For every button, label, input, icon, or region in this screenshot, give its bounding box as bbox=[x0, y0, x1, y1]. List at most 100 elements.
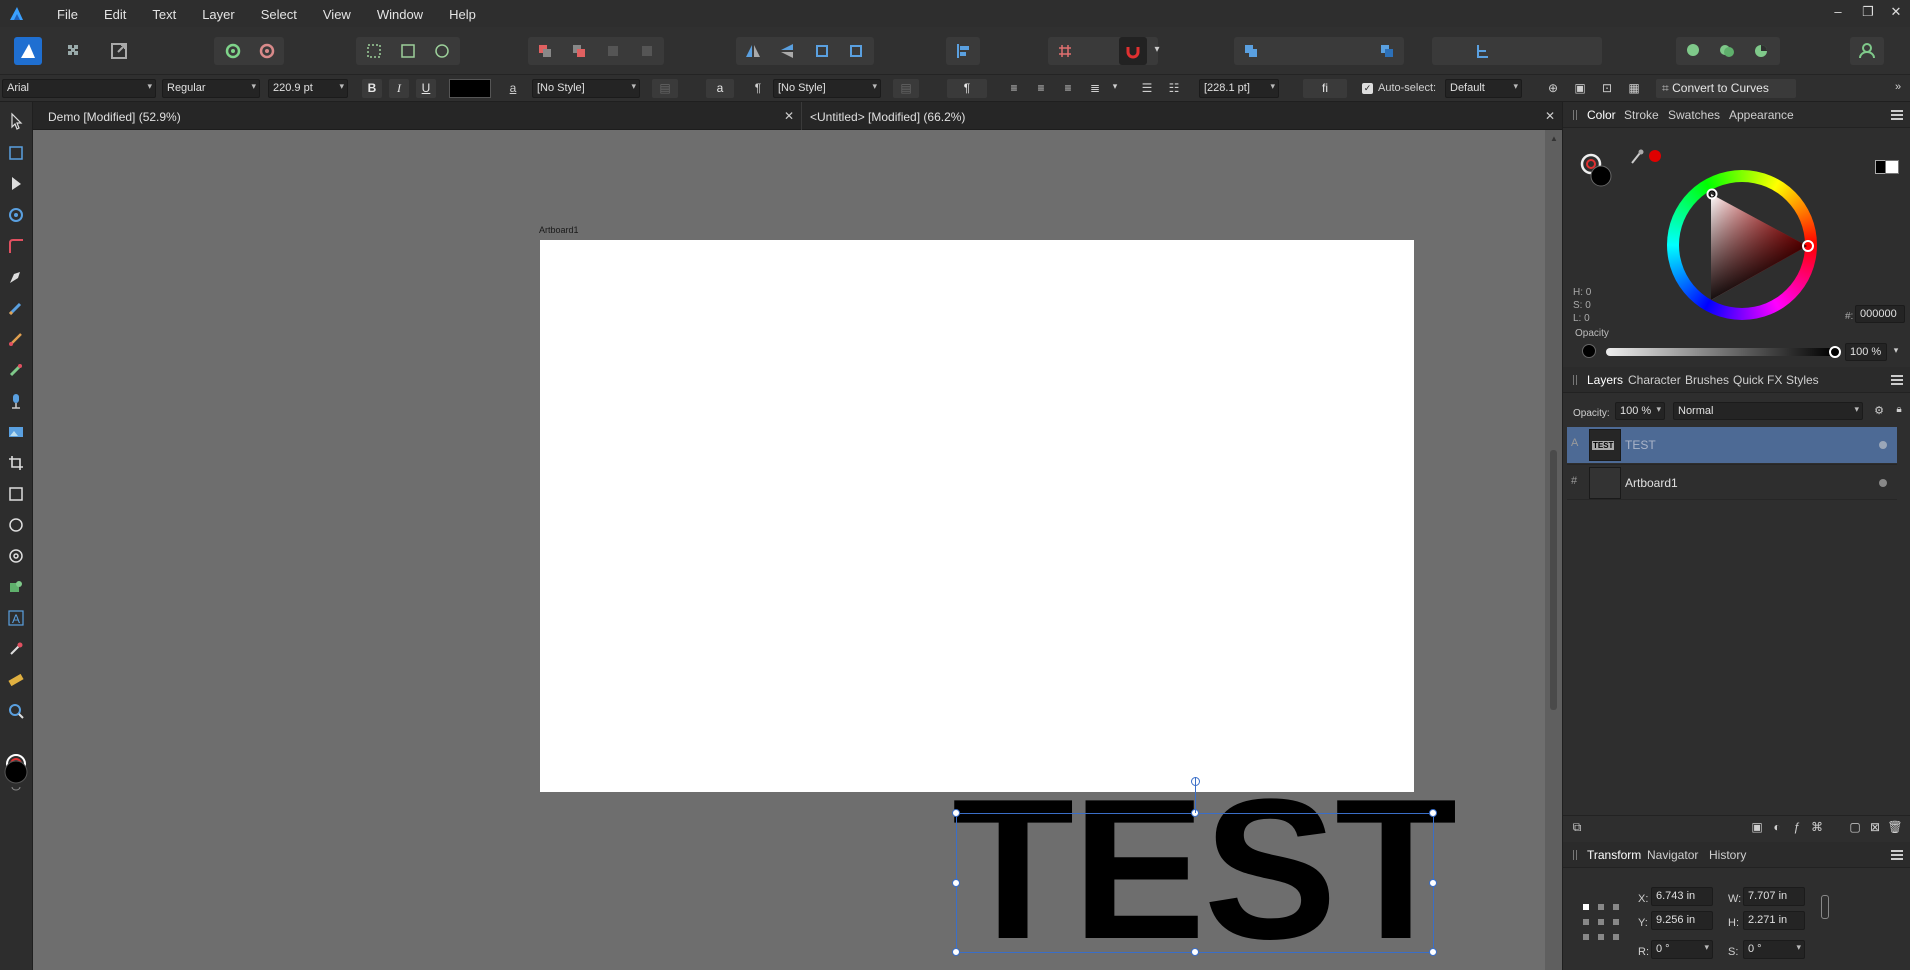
donut-tool[interactable] bbox=[5, 545, 27, 567]
measure-tool[interactable] bbox=[5, 669, 27, 691]
xor-boolean-button[interactable] bbox=[1339, 37, 1367, 65]
move-back-one-button[interactable] bbox=[565, 37, 593, 65]
delete-layer-icon[interactable]: 🗑︎ bbox=[1885, 818, 1905, 837]
pencil-tool[interactable] bbox=[5, 297, 27, 319]
eyedropper-icon[interactable] bbox=[1629, 148, 1663, 166]
tab-color[interactable]: Color bbox=[1587, 108, 1616, 122]
view-mode-button[interactable] bbox=[1051, 37, 1079, 65]
tab-demo[interactable]: Demo [Modified] (52.9%) ✕ bbox=[40, 102, 800, 130]
artistic-text-tool[interactable]: A bbox=[5, 607, 27, 629]
resize-handle-left[interactable] bbox=[952, 879, 960, 887]
rectangle-tool[interactable] bbox=[5, 483, 27, 505]
scroll-up-icon[interactable]: ▲ bbox=[1550, 134, 1558, 143]
resize-handle-bottom-left[interactable] bbox=[952, 948, 960, 956]
bold-button[interactable]: B bbox=[362, 79, 382, 98]
y-position-input[interactable]: 9.256 in bbox=[1651, 911, 1713, 930]
insert-top-button[interactable] bbox=[1747, 37, 1775, 65]
transparency-tool[interactable] bbox=[5, 390, 27, 412]
x-position-input[interactable]: 6.743 in bbox=[1651, 887, 1713, 906]
tab-brushes[interactable]: Brushes bbox=[1685, 373, 1729, 387]
mask-icon[interactable]: ▣ bbox=[1747, 818, 1767, 837]
add-layer-icon[interactable]: ▢ bbox=[1845, 818, 1865, 837]
char-style-icon[interactable]: a bbox=[503, 79, 523, 98]
node-tool[interactable] bbox=[5, 173, 27, 195]
para-style-action-button[interactable]: ▤ bbox=[893, 79, 919, 98]
tab-layers[interactable]: Layers bbox=[1587, 373, 1623, 387]
paragraph-style-dropdown[interactable]: [No Style] ▾ bbox=[773, 79, 881, 98]
insert-inside-button[interactable] bbox=[1679, 37, 1707, 65]
shear-dropdown[interactable]: 0 ° ▾ bbox=[1743, 940, 1805, 959]
layer-row-test[interactable]: A TEST TEST bbox=[1567, 427, 1897, 463]
tab-quick-fx[interactable]: Quick FX bbox=[1733, 373, 1782, 387]
break-curve-button[interactable] bbox=[1435, 37, 1463, 65]
char-panel-button[interactable]: a bbox=[706, 79, 734, 98]
menu-file[interactable]: File bbox=[45, 0, 92, 27]
menu-layer[interactable]: Layer bbox=[190, 0, 249, 27]
font-style-dropdown[interactable]: Regular ▾ bbox=[162, 79, 260, 98]
account-button[interactable] bbox=[1853, 37, 1881, 65]
rotate-left-button[interactable] bbox=[808, 37, 836, 65]
color-picker-tool[interactable] bbox=[5, 638, 27, 660]
live-filter-icon[interactable]: ⌘ bbox=[1807, 818, 1827, 837]
add-boolean-button[interactable] bbox=[1237, 37, 1265, 65]
overflow-chevron-icon[interactable]: » bbox=[1888, 79, 1908, 98]
menu-view[interactable]: View bbox=[311, 0, 365, 27]
menu-edit[interactable]: Edit bbox=[92, 0, 140, 27]
subtract-boolean-button[interactable] bbox=[1271, 37, 1299, 65]
height-input[interactable]: 2.271 in bbox=[1743, 911, 1805, 930]
artboard-tool[interactable] bbox=[5, 142, 27, 164]
transform-origin-icon[interactable]: ⊕ bbox=[1543, 79, 1563, 98]
opacity-slider[interactable] bbox=[1606, 348, 1834, 356]
grip-icon[interactable] bbox=[1573, 110, 1577, 120]
view-options-button[interactable] bbox=[1085, 37, 1113, 65]
tab-transform[interactable]: Transform bbox=[1587, 848, 1641, 862]
tab-history[interactable]: History bbox=[1709, 848, 1746, 862]
minimize-button[interactable]: – bbox=[1823, 4, 1853, 22]
scrollbar-thumb[interactable] bbox=[1550, 450, 1557, 710]
tab-navigator[interactable]: Navigator bbox=[1647, 848, 1698, 862]
resize-handle-top-left[interactable] bbox=[952, 809, 960, 817]
hex-input[interactable]: 000000 bbox=[1855, 305, 1905, 323]
paragraph-panel-button[interactable]: ¶ bbox=[947, 79, 987, 98]
fill-stroke-selector-icon[interactable] bbox=[1579, 150, 1619, 190]
transform-mode-icon[interactable]: ⊡ bbox=[1597, 79, 1617, 98]
bullet-list-icon[interactable]: ☰ bbox=[1137, 79, 1157, 98]
insert-behind-button[interactable] bbox=[1713, 37, 1741, 65]
gear-icon[interactable]: ⚙ bbox=[1869, 402, 1889, 421]
blend-mode-dropdown[interactable]: Normal ▾ bbox=[1673, 402, 1863, 420]
grip-icon[interactable] bbox=[1573, 850, 1577, 860]
text-color-swatch[interactable] bbox=[449, 79, 491, 98]
font-family-dropdown[interactable]: Arial ▾ bbox=[2, 79, 156, 98]
menu-help[interactable]: Help bbox=[437, 0, 490, 27]
affinity-designer-logo-icon[interactable] bbox=[8, 5, 25, 22]
fill-tool[interactable] bbox=[5, 359, 27, 381]
ellipse-tool[interactable] bbox=[5, 514, 27, 536]
close-window-button[interactable]: ✕ bbox=[1881, 4, 1910, 22]
menu-select[interactable]: Select bbox=[249, 0, 311, 27]
convert-to-curves-button[interactable]: ⌗ Convert to Curves bbox=[1656, 79, 1796, 98]
visibility-dot-icon[interactable] bbox=[1879, 479, 1887, 487]
rotation-dropdown[interactable]: 0 ° ▾ bbox=[1651, 940, 1713, 959]
auto-select-dropdown[interactable]: Default ▾ bbox=[1445, 79, 1522, 98]
show-handles-icon[interactable]: ▣ bbox=[1570, 79, 1590, 98]
ligatures-button[interactable]: fi bbox=[1303, 79, 1347, 98]
chevron-down-icon[interactable]: ▾ bbox=[1889, 343, 1903, 362]
point-transform-tool[interactable] bbox=[5, 204, 27, 226]
smooth-curve-button[interactable] bbox=[1537, 37, 1565, 65]
artboard[interactable] bbox=[540, 240, 1414, 792]
leading-field[interactable]: [228.1 pt] ▾ bbox=[1199, 79, 1279, 98]
zoom-tool[interactable] bbox=[5, 700, 27, 722]
select-centre-button[interactable] bbox=[428, 37, 456, 65]
italic-button[interactable]: I bbox=[389, 79, 409, 98]
move-to-front-button[interactable] bbox=[633, 37, 661, 65]
align-left-icon[interactable]: ≡ bbox=[1004, 79, 1024, 98]
font-size-field[interactable]: 220.9 pt ▾ bbox=[268, 79, 348, 98]
white-swatch[interactable] bbox=[1885, 160, 1899, 174]
group-icon[interactable]: ⊠ bbox=[1865, 818, 1885, 837]
opacity-input[interactable]: 100 % bbox=[1845, 343, 1887, 361]
restore-button[interactable]: ❐ bbox=[1853, 4, 1883, 22]
character-style-dropdown[interactable]: [No Style] ▾ bbox=[532, 79, 640, 98]
pixel-persona-button[interactable] bbox=[60, 37, 88, 65]
tab-untitled[interactable]: <Untitled> [Modified] (66.2%) ✕ bbox=[801, 102, 1561, 130]
tab-appearance[interactable]: Appearance bbox=[1729, 108, 1794, 122]
